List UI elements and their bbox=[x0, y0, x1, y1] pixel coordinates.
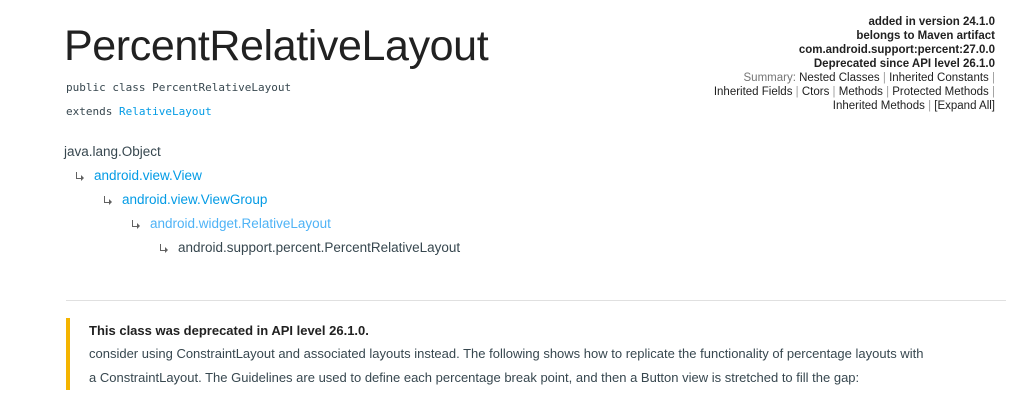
summary-link-methods[interactable]: Methods bbox=[839, 86, 883, 98]
belongs-to-artifact: belongs to Maven artifact bbox=[856, 30, 995, 42]
extends-signature: extends RelativeLayout bbox=[66, 105, 212, 119]
summary-separator: | bbox=[832, 86, 836, 98]
inheritance-link-view[interactable]: android.view.View bbox=[94, 168, 202, 183]
summary-nav: Summary: Nested Classes | Inherited Cons… bbox=[615, 71, 995, 113]
inheritance-row: android.view.ViewGroup bbox=[64, 188, 460, 212]
inheritance-root: java.lang.Object bbox=[64, 144, 161, 159]
added-in-version: added in version 24.1.0 bbox=[868, 16, 995, 28]
page-title: PercentRelativeLayout bbox=[64, 22, 489, 70]
summary-separator: | bbox=[992, 86, 995, 98]
inheritance-arrow-icon bbox=[102, 194, 112, 205]
inheritance-arrow-icon bbox=[74, 170, 84, 181]
extends-keyword: extends bbox=[66, 105, 113, 118]
section-divider bbox=[66, 300, 1006, 301]
inheritance-row: java.lang.Object bbox=[64, 140, 460, 164]
summary-link-expand-all[interactable]: [Expand All] bbox=[934, 100, 995, 112]
summary-link-inherited-methods[interactable]: Inherited Methods bbox=[833, 100, 925, 112]
artifact-name: com.android.support:percent:27.0.0 bbox=[798, 44, 995, 56]
deprecation-text-line1: consider using ConstraintLayout and asso… bbox=[89, 346, 924, 361]
inheritance-row: android.view.View bbox=[64, 164, 460, 188]
summary-separator: | bbox=[795, 86, 799, 98]
inheritance-row: android.widget.RelativeLayout bbox=[64, 212, 460, 236]
inheritance-arrow-icon bbox=[158, 242, 168, 253]
extends-relativelayout-link[interactable]: RelativeLayout bbox=[119, 105, 212, 118]
summary-separator: | bbox=[928, 100, 932, 112]
summary-separator: | bbox=[882, 72, 886, 84]
summary-link-nested-classes[interactable]: Nested Classes bbox=[799, 72, 880, 84]
inheritance-tree: java.lang.Object android.view.View andro… bbox=[64, 140, 460, 260]
summary-separator: | bbox=[886, 86, 890, 98]
deprecation-callout: This class was deprecated in API level 2… bbox=[66, 318, 1006, 390]
inheritance-link-viewgroup[interactable]: android.view.ViewGroup bbox=[122, 192, 267, 207]
deprecated-since: Deprecated since API level 26.1.0 bbox=[813, 58, 995, 70]
inheritance-link-relativelayout[interactable]: android.widget.RelativeLayout bbox=[150, 216, 331, 231]
inheritance-current-class: android.support.percent.PercentRelativeL… bbox=[178, 240, 461, 255]
inheritance-arrow-icon bbox=[130, 218, 140, 229]
summary-link-inherited-fields[interactable]: Inherited Fields bbox=[714, 86, 793, 98]
deprecation-text-line2: a ConstraintLayout. The Guidelines are u… bbox=[89, 370, 860, 385]
deprecation-heading: This class was deprecated in API level 2… bbox=[89, 323, 369, 338]
summary-label: Summary: bbox=[743, 72, 796, 84]
summary-link-ctors[interactable]: Ctors bbox=[802, 86, 829, 98]
class-signature: public class PercentRelativeLayout bbox=[66, 81, 292, 94]
api-meta-box: added in version 24.1.0 belongs to Maven… bbox=[615, 15, 995, 113]
summary-link-protected-methods[interactable]: Protected Methods bbox=[892, 86, 989, 98]
summary-link-inherited-constants[interactable]: Inherited Constants bbox=[889, 72, 989, 84]
summary-separator: | bbox=[992, 72, 995, 84]
reference-page: PercentRelativeLayout public class Perce… bbox=[0, 0, 1019, 401]
inheritance-row: android.support.percent.PercentRelativeL… bbox=[64, 236, 460, 260]
